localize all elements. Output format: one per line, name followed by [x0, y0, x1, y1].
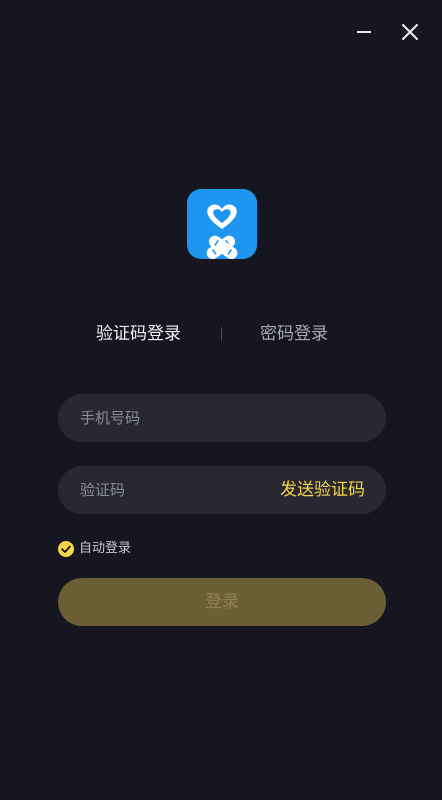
tab-sms-login[interactable]: 验证码登录: [96, 320, 181, 348]
phone-field: [58, 394, 386, 442]
code-input[interactable]: [80, 466, 260, 514]
check-icon: [58, 541, 74, 557]
minimize-button[interactable]: [350, 18, 378, 46]
close-button[interactable]: [396, 18, 424, 46]
close-icon: [401, 23, 419, 41]
auto-login-label: 自动登录: [79, 541, 132, 556]
app-logo-icon: [187, 189, 257, 259]
login-button[interactable]: 登录: [58, 578, 386, 626]
code-field: 发送验证码: [58, 466, 386, 514]
tab-password-login[interactable]: 密码登录: [260, 320, 328, 348]
login-tabs: 验证码登录 密码登录: [0, 320, 442, 348]
minimize-icon: [357, 31, 371, 33]
phone-input[interactable]: [80, 394, 260, 442]
tab-divider: [221, 327, 222, 341]
send-code-button[interactable]: 发送验证码: [280, 466, 365, 514]
